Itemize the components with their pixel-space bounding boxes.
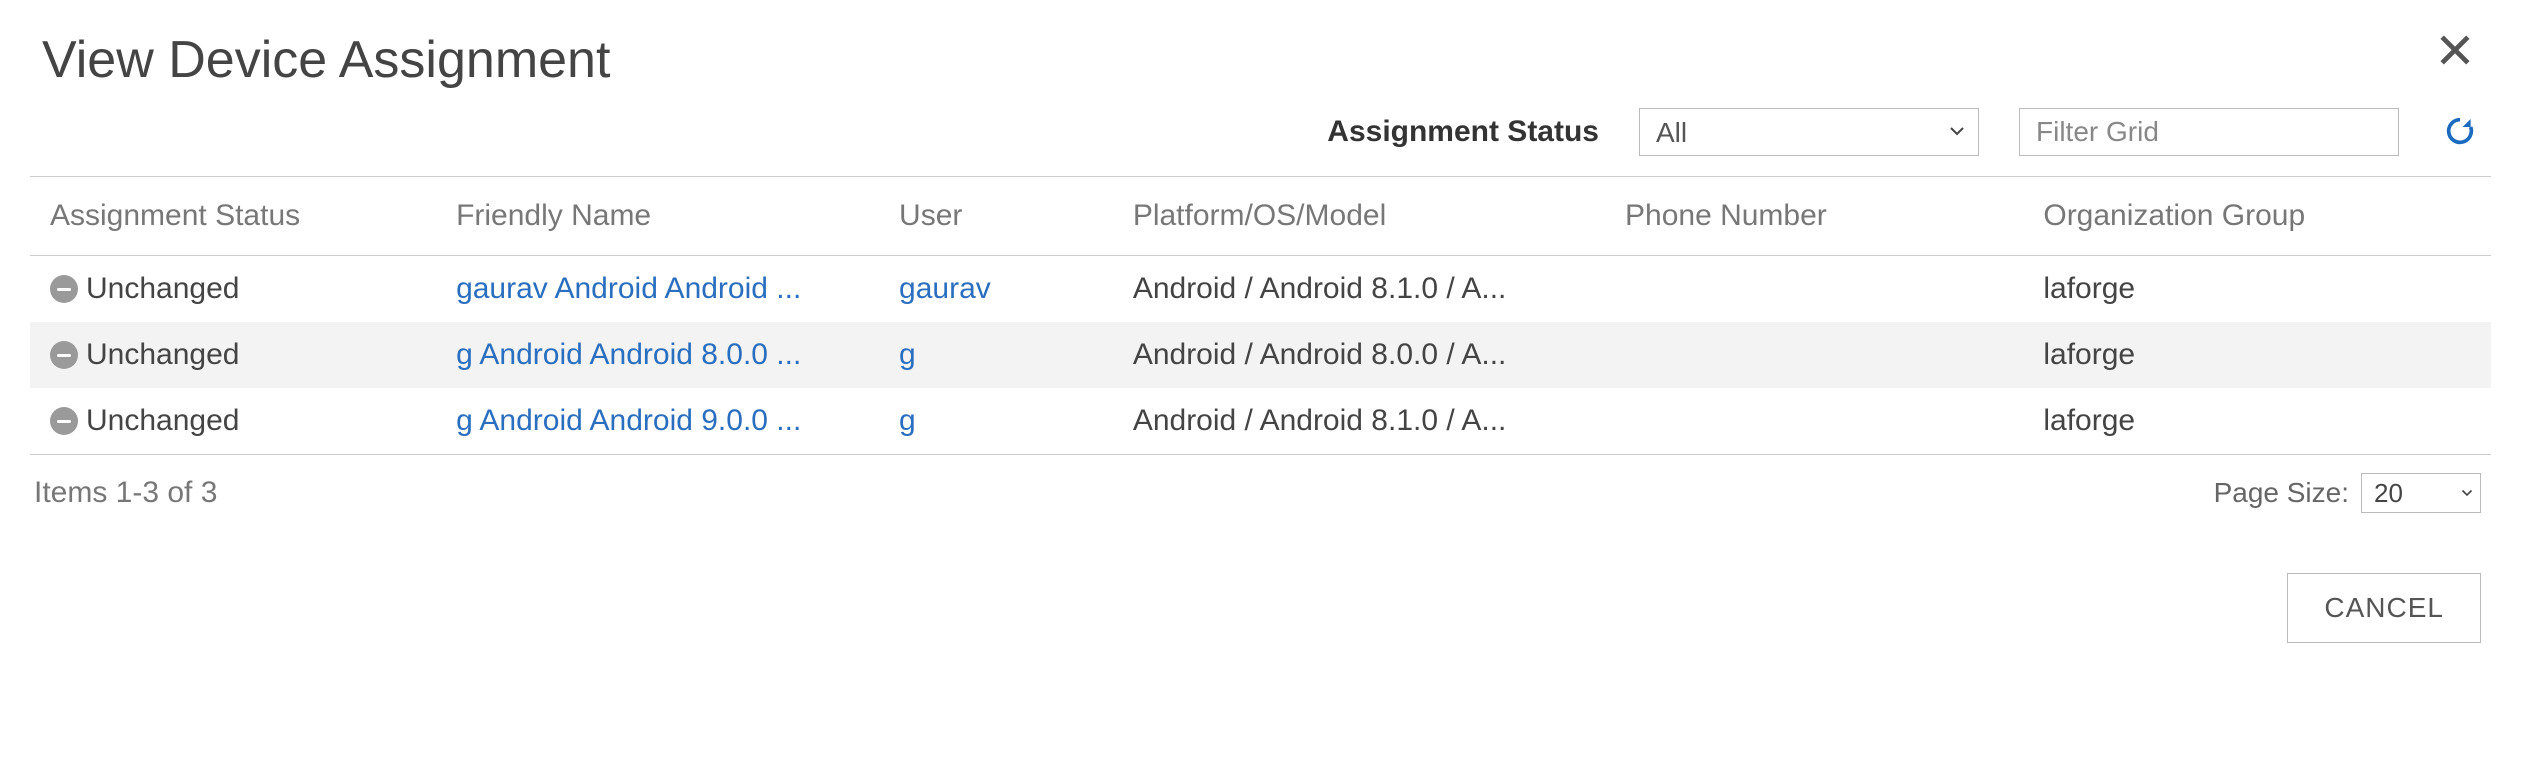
col-assignment-status[interactable]: Assignment Status: [30, 177, 436, 256]
status-text: Unchanged: [86, 338, 239, 372]
org-group-cell: laforge: [2023, 388, 2491, 455]
page-size-label: Page Size:: [2214, 477, 2349, 509]
table-row[interactable]: Unchanged gaurav Android Android ... gau…: [30, 256, 2491, 323]
grid-footer: Items 1-3 of 3 Page Size: 20: [30, 455, 2491, 513]
page-size-wrap: Page Size: 20: [2214, 473, 2481, 513]
col-friendly-name[interactable]: Friendly Name: [436, 177, 879, 256]
unchanged-icon: [50, 341, 78, 369]
status-cell: Unchanged: [50, 338, 426, 372]
unchanged-icon: [50, 275, 78, 303]
col-platform[interactable]: Platform/OS/Model: [1113, 177, 1605, 256]
friendly-name-link[interactable]: g Android Android 9.0.0 ...: [456, 404, 801, 437]
filter-grid-input[interactable]: [2019, 108, 2399, 156]
refresh-button[interactable]: [2439, 110, 2481, 155]
phone-cell: [1605, 256, 2023, 323]
assignment-status-select-wrap: All: [1639, 108, 1979, 156]
col-user[interactable]: User: [879, 177, 1113, 256]
status-text: Unchanged: [86, 272, 239, 306]
dialog-title: View Device Assignment: [30, 30, 2491, 90]
refresh-icon: [2443, 114, 2477, 151]
status-cell: Unchanged: [50, 272, 426, 306]
phone-cell: [1605, 322, 2023, 388]
toolbar: Assignment Status All: [30, 108, 2491, 176]
user-link[interactable]: g: [899, 404, 916, 437]
device-grid: Assignment Status Friendly Name User Pla…: [30, 176, 2491, 455]
user-link[interactable]: g: [899, 338, 916, 371]
assignment-status-label: Assignment Status: [1327, 115, 1599, 149]
header-row: Assignment Status Friendly Name User Pla…: [30, 177, 2491, 256]
friendly-name-link[interactable]: g Android Android 8.0.0 ...: [456, 338, 801, 371]
friendly-name-link[interactable]: gaurav Android Android ...: [456, 272, 801, 305]
page-size-select[interactable]: 20: [2361, 473, 2481, 513]
platform-cell: Android / Android 8.1.0 / A...: [1113, 256, 1605, 323]
col-org-group[interactable]: Organization Group: [2023, 177, 2491, 256]
unchanged-icon: [50, 407, 78, 435]
table-row[interactable]: Unchanged g Android Android 9.0.0 ... g …: [30, 388, 2491, 455]
platform-cell: Android / Android 8.1.0 / A...: [1113, 388, 1605, 455]
col-phone[interactable]: Phone Number: [1605, 177, 2023, 256]
table-row[interactable]: Unchanged g Android Android 8.0.0 ... g …: [30, 322, 2491, 388]
view-device-assignment-dialog: View Device Assignment Assignment Status…: [0, 0, 2521, 683]
items-count: Items 1-3 of 3: [34, 476, 217, 510]
cancel-button[interactable]: CANCEL: [2287, 573, 2481, 643]
dialog-buttons: CANCEL: [30, 513, 2491, 643]
platform-cell: Android / Android 8.0.0 / A...: [1113, 322, 1605, 388]
user-link[interactable]: gaurav: [899, 272, 991, 305]
phone-cell: [1605, 388, 2023, 455]
assignment-status-select[interactable]: All: [1639, 108, 1979, 156]
status-cell: Unchanged: [50, 404, 426, 438]
close-button[interactable]: [2433, 28, 2477, 77]
org-group-cell: laforge: [2023, 256, 2491, 323]
status-text: Unchanged: [86, 404, 239, 438]
org-group-cell: laforge: [2023, 322, 2491, 388]
